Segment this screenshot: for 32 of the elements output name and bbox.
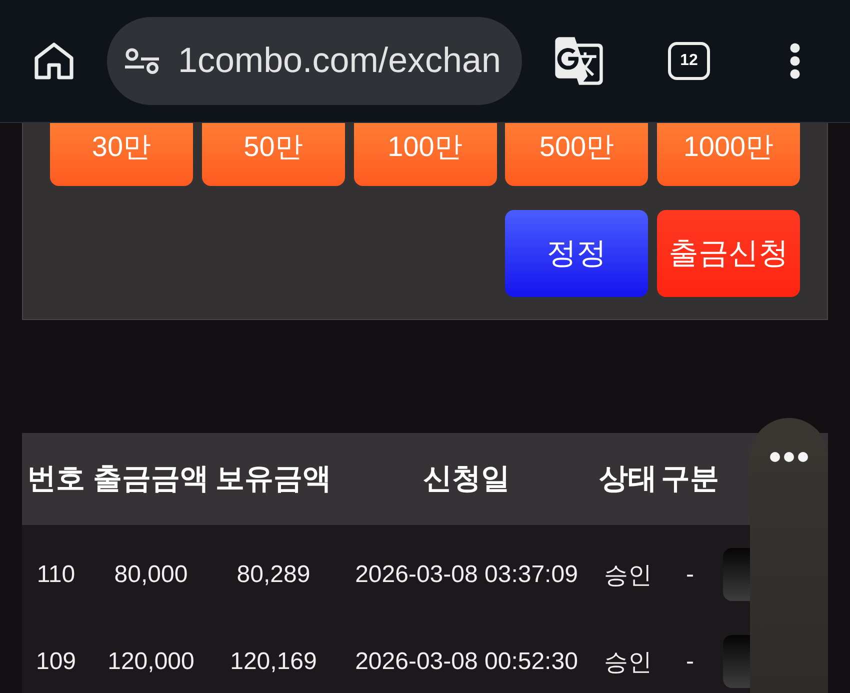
home-icon[interactable]	[34, 42, 74, 80]
column-header: 신청일	[423, 462, 510, 497]
table-cell: -	[686, 648, 694, 676]
amount-button[interactable]: 50만	[202, 123, 345, 186]
column-header: 번호	[27, 462, 85, 497]
table-cell: 80,289	[236, 560, 310, 588]
more-icon[interactable]	[770, 452, 808, 462]
table-cell-text: 승인	[604, 648, 652, 678]
column-header: 보유금액	[216, 462, 332, 497]
table-cell: 2026-03-08 03:37:09	[355, 560, 578, 588]
table-cell: -	[686, 560, 694, 588]
translate-icon[interactable]	[553, 35, 605, 87]
column-header: 상태	[599, 462, 657, 497]
column-header: 구분	[661, 462, 719, 497]
address-bar[interactable]: 1combo.com/exchan	[107, 17, 522, 105]
table-cell: 120,000	[108, 648, 194, 676]
table-cell: 120,169	[230, 648, 317, 676]
table-cell-text: 승인	[604, 560, 652, 590]
table-cell: 109	[36, 648, 76, 676]
table-cell: 80,000	[114, 560, 188, 588]
menu-icon[interactable]	[790, 43, 800, 79]
amount-button[interactable]: 100만	[354, 123, 496, 186]
tab-switcher-button[interactable]: 12	[668, 42, 710, 80]
table-cell: 110	[36, 560, 76, 588]
column-header: 출금금액	[93, 462, 209, 497]
amount-button[interactable]: 1000만	[657, 123, 800, 186]
tune-icon[interactable]	[125, 48, 159, 74]
table-cell: 2026-03-08 00:52:30	[355, 648, 578, 676]
amount-button[interactable]: 30만	[50, 123, 193, 186]
withdraw-request-button[interactable]: 출금신청	[657, 210, 800, 297]
correct-button[interactable]: 정정	[505, 210, 648, 297]
amount-button[interactable]: 500만	[505, 123, 648, 186]
